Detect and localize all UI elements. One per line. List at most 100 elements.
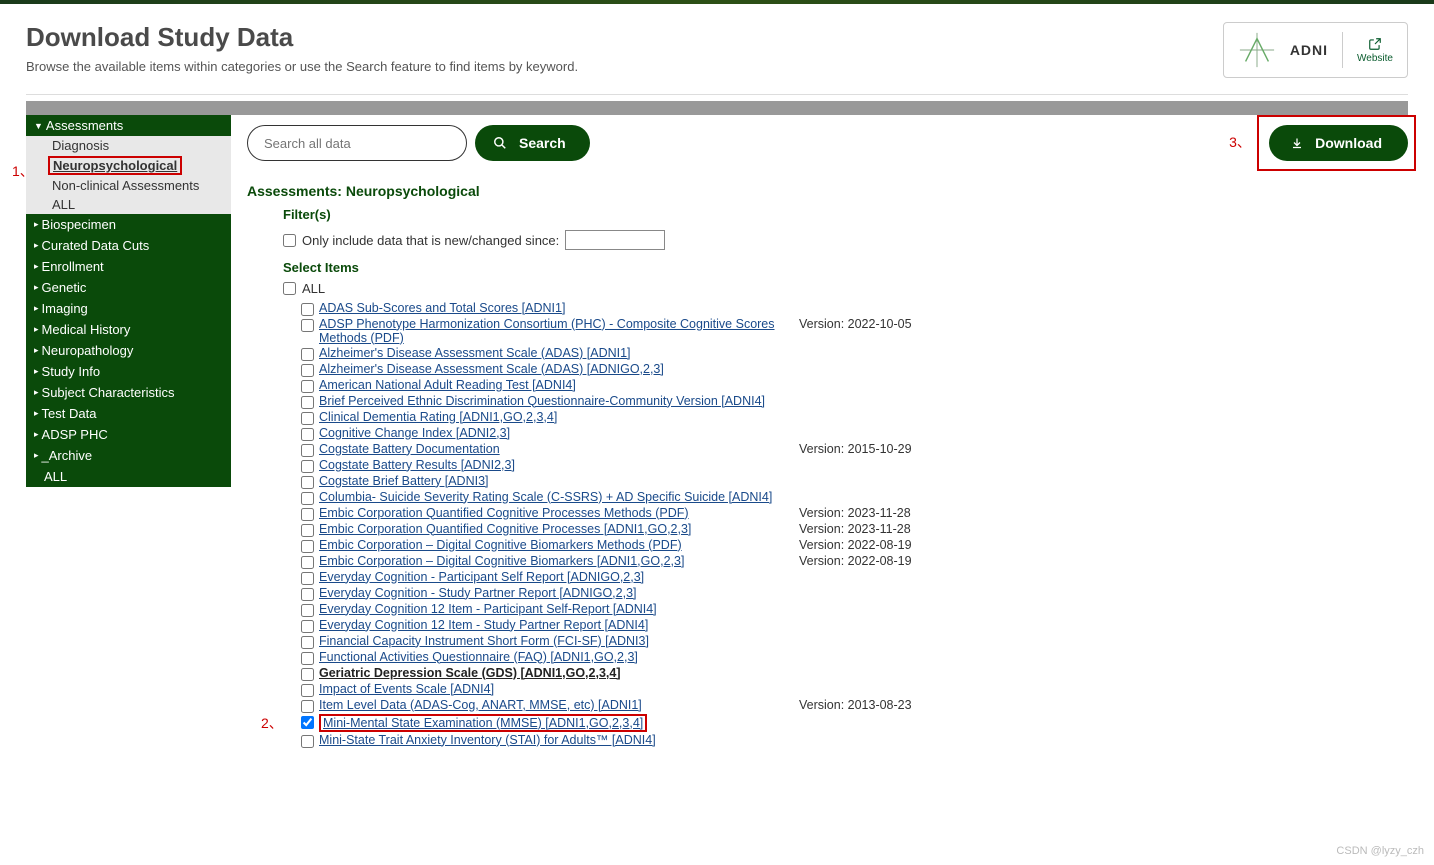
data-item-row: Impact of Events Scale [ADNI4]: [301, 681, 1408, 697]
data-item-row: American National Adult Reading Test [AD…: [301, 377, 1408, 393]
item-checkbox[interactable]: [301, 636, 314, 649]
item-checkbox[interactable]: [301, 444, 314, 457]
item-link[interactable]: Cogstate Brief Battery [ADNI3]: [319, 474, 489, 488]
item-checkbox[interactable]: [301, 476, 314, 489]
select-all-checkbox[interactable]: [283, 282, 296, 295]
item-checkbox[interactable]: [301, 620, 314, 633]
item-link[interactable]: Clinical Dementia Rating [ADNI1,GO,2,3,4…: [319, 410, 557, 424]
item-link[interactable]: Geriatric Depression Scale (GDS) [ADNI1,…: [319, 666, 621, 680]
search-input[interactable]: [247, 125, 467, 161]
item-checkbox[interactable]: [301, 428, 314, 441]
data-item-row: Brief Perceived Ethnic Discrimination Qu…: [301, 393, 1408, 409]
item-link[interactable]: Everyday Cognition - Study Partner Repor…: [319, 586, 637, 600]
item-checkbox[interactable]: [301, 492, 314, 505]
chevron-icon: ▸: [34, 282, 39, 293]
sidebar-category[interactable]: ▸Neuropathology: [26, 340, 231, 361]
item-link[interactable]: Everyday Cognition 12 Item - Study Partn…: [319, 618, 648, 632]
sidebar-all[interactable]: ALL: [26, 466, 231, 487]
item-checkbox[interactable]: [301, 412, 314, 425]
sidebar-item[interactable]: Diagnosis: [26, 136, 231, 155]
sidebar-category[interactable]: ▸Biospecimen: [26, 214, 231, 235]
filter-since-input[interactable]: [565, 230, 665, 250]
item-link[interactable]: Brief Perceived Ethnic Discrimination Qu…: [319, 394, 765, 408]
item-link[interactable]: Embic Corporation Quantified Cognitive P…: [319, 506, 689, 520]
website-link[interactable]: Website: [1357, 37, 1393, 64]
sidebar-category[interactable]: ▸Imaging: [26, 298, 231, 319]
chevron-icon: ▸: [34, 324, 39, 335]
item-checkbox[interactable]: [301, 668, 314, 681]
filters-heading: Filter(s): [283, 207, 1408, 222]
adni-brand-text: ADNI: [1290, 42, 1328, 58]
sidebar-category[interactable]: ▸ADSP PHC: [26, 424, 231, 445]
sidebar-item[interactable]: ALL: [26, 195, 231, 214]
annotation-3: 3、: [1229, 132, 1251, 152]
item-checkbox[interactable]: [301, 508, 314, 521]
item-version: Version: 2015-10-29: [799, 442, 912, 456]
item-checkbox[interactable]: [301, 652, 314, 665]
sidebar-category[interactable]: ▸Subject Characteristics: [26, 382, 231, 403]
item-link[interactable]: Everyday Cognition 12 Item - Participant…: [319, 602, 657, 616]
item-link[interactable]: Embic Corporation – Digital Cognitive Bi…: [319, 538, 682, 552]
search-button[interactable]: Search: [475, 125, 590, 161]
item-link[interactable]: Mini-Mental State Examination (MMSE) [AD…: [319, 714, 647, 732]
chevron-icon: ▸: [34, 450, 39, 461]
item-link[interactable]: Columbia- Suicide Severity Rating Scale …: [319, 490, 772, 504]
data-item-row: Mini-State Trait Anxiety Inventory (STAI…: [301, 732, 1408, 748]
item-checkbox[interactable]: [301, 604, 314, 617]
item-link[interactable]: Item Level Data (ADAS-Cog, ANART, MMSE, …: [319, 698, 642, 712]
item-version: Version: 2022-10-05: [799, 317, 912, 331]
item-link[interactable]: Cogstate Battery Results [ADNI2,3]: [319, 458, 515, 472]
data-item-row: Everyday Cognition 12 Item - Study Partn…: [301, 617, 1408, 633]
header-divider: [26, 94, 1408, 95]
item-link[interactable]: Cognitive Change Index [ADNI2,3]: [319, 426, 510, 440]
item-checkbox[interactable]: [301, 524, 314, 537]
item-checkbox[interactable]: [301, 380, 314, 393]
item-link[interactable]: Mini-State Trait Anxiety Inventory (STAI…: [319, 733, 656, 747]
item-checkbox[interactable]: [301, 684, 314, 697]
item-link[interactable]: ADSP Phenotype Harmonization Consortium …: [319, 317, 799, 345]
item-checkbox[interactable]: [301, 396, 314, 409]
sidebar-category[interactable]: ▸Study Info: [26, 361, 231, 382]
item-checkbox[interactable]: [301, 540, 314, 553]
download-button[interactable]: Download: [1269, 125, 1408, 161]
item-checkbox[interactable]: [301, 348, 314, 361]
item-checkbox[interactable]: [301, 735, 314, 748]
annotation-2: 2、: [261, 713, 283, 733]
item-checkbox[interactable]: [301, 460, 314, 473]
sidebar-category[interactable]: ▸Medical History: [26, 319, 231, 340]
brand-box: ADNI Website: [1223, 22, 1408, 78]
watermark: CSDN @lyzy_czh: [1336, 845, 1424, 857]
item-checkbox[interactable]: [301, 364, 314, 377]
item-link[interactable]: ADAS Sub-Scores and Total Scores [ADNI1]: [319, 301, 565, 315]
sidebar-category[interactable]: ▸Test Data: [26, 403, 231, 424]
item-link[interactable]: Impact of Events Scale [ADNI4]: [319, 682, 494, 696]
data-item-row: Cognitive Change Index [ADNI2,3]: [301, 425, 1408, 441]
sidebar-category[interactable]: ▸Curated Data Cuts: [26, 235, 231, 256]
item-link[interactable]: American National Adult Reading Test [AD…: [319, 378, 576, 392]
sidebar-category[interactable]: ▼Assessments: [26, 115, 231, 136]
sidebar-item[interactable]: Non-clinical Assessments: [26, 176, 231, 195]
item-checkbox[interactable]: [301, 716, 314, 729]
item-checkbox[interactable]: [301, 303, 314, 316]
main-panel: Search 3、 Download Assessments: Neuropsy…: [247, 115, 1408, 748]
sidebar-item[interactable]: Neuropsychological: [48, 156, 182, 175]
filter-since-checkbox[interactable]: [283, 234, 296, 247]
item-checkbox[interactable]: [301, 700, 314, 713]
item-link[interactable]: Functional Activities Questionnaire (FAQ…: [319, 650, 638, 664]
data-item-row: Everyday Cognition - Participant Self Re…: [301, 569, 1408, 585]
item-checkbox[interactable]: [301, 319, 314, 332]
item-link[interactable]: Alzheimer's Disease Assessment Scale (AD…: [319, 362, 664, 376]
item-link[interactable]: Embic Corporation – Digital Cognitive Bi…: [319, 554, 684, 568]
item-link[interactable]: Cogstate Battery Documentation: [319, 442, 500, 456]
item-link[interactable]: Financial Capacity Instrument Short Form…: [319, 634, 649, 648]
data-item-row: Financial Capacity Instrument Short Form…: [301, 633, 1408, 649]
item-checkbox[interactable]: [301, 572, 314, 585]
item-link[interactable]: Everyday Cognition - Participant Self Re…: [319, 570, 644, 584]
item-checkbox[interactable]: [301, 588, 314, 601]
sidebar-category[interactable]: ▸Genetic: [26, 277, 231, 298]
sidebar-category[interactable]: ▸_Archive: [26, 445, 231, 466]
item-checkbox[interactable]: [301, 556, 314, 569]
item-link[interactable]: Embic Corporation Quantified Cognitive P…: [319, 522, 691, 536]
sidebar-category[interactable]: ▸Enrollment: [26, 256, 231, 277]
item-link[interactable]: Alzheimer's Disease Assessment Scale (AD…: [319, 346, 631, 360]
